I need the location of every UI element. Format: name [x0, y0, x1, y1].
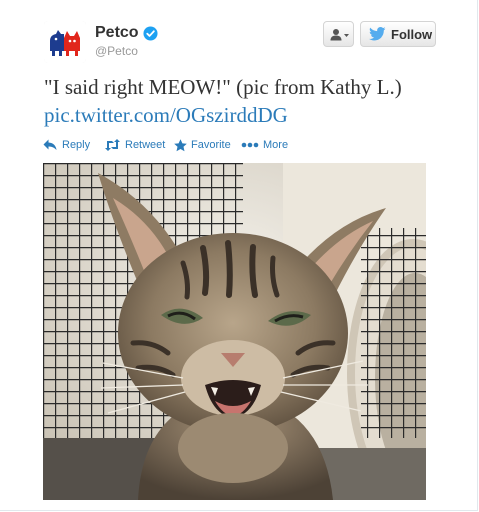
- petco-logo-icon: [44, 21, 86, 63]
- verified-badge-icon: [143, 26, 158, 41]
- retweet-icon: [105, 139, 120, 151]
- kitten-photo: [43, 163, 426, 500]
- tweet-media-link[interactable]: pic.twitter.com/OGszirddDG: [44, 102, 288, 129]
- twitter-bird-icon: [369, 27, 386, 41]
- follow-label: Follow: [391, 27, 433, 42]
- reply-label: Reply: [62, 139, 91, 151]
- caret-down-icon: [344, 34, 349, 37]
- display-name[interactable]: Petco: [95, 24, 139, 42]
- reply-icon: [43, 139, 57, 150]
- star-icon: [174, 139, 187, 152]
- more-button[interactable]: More: [241, 137, 291, 155]
- user-handle[interactable]: @Petco: [95, 44, 138, 58]
- retweet-label: Retweet: [125, 139, 166, 151]
- follow-button[interactable]: Follow: [360, 21, 436, 47]
- retweet-button[interactable]: Retweet: [104, 137, 168, 155]
- reply-button[interactable]: Reply: [43, 137, 95, 155]
- tweet-text: "I said right MEOW!" (pic from Kathy L.): [44, 75, 402, 99]
- tweet-card: Petco @Petco Follow "I said right MEOW!"…: [0, 0, 478, 511]
- avatar[interactable]: [44, 21, 86, 63]
- more-label: More: [263, 139, 289, 151]
- favorite-button[interactable]: Favorite: [174, 137, 236, 155]
- favorite-label: Favorite: [191, 139, 231, 151]
- more-dots-icon: [241, 142, 259, 148]
- tweet-photo[interactable]: [43, 163, 426, 500]
- user-actions-dropdown[interactable]: [323, 21, 354, 47]
